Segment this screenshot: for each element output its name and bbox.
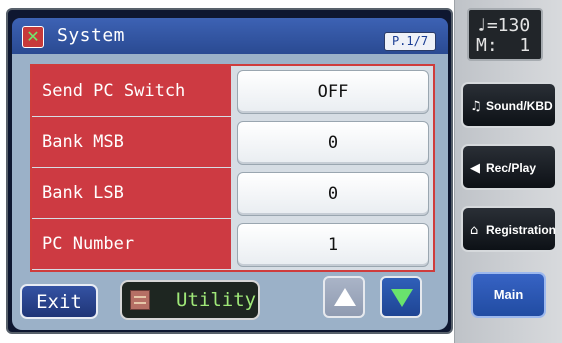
settings-row: PC Number 1 — [32, 219, 433, 270]
rec-play-button[interactable]: ◀ Rec/Play — [461, 144, 557, 190]
rec-play-label: Rec/Play — [486, 161, 537, 175]
side-panel: ♩=130 M: 1 ♫ Sound/KBD ◀ Rec/Play ⌂ Regi… — [454, 0, 562, 343]
system-icon: ✕ — [22, 26, 44, 48]
page-indicator: P.1/7 — [384, 32, 436, 51]
row-label: Bank LSB — [32, 168, 231, 218]
settings-row: Bank MSB 0 — [32, 117, 433, 168]
value-button[interactable]: OFF — [237, 70, 429, 114]
registration-icon: ⌂ — [470, 223, 479, 238]
exit-button[interactable]: Exit — [20, 284, 98, 319]
device-frame: ✕ System P.1/7 Send PC Switch OFF Bank M… — [0, 0, 562, 343]
utility-label: Utility — [176, 289, 257, 311]
scroll-down-button[interactable] — [380, 276, 422, 318]
row-label: Bank MSB — [32, 117, 231, 167]
settings-row: Bank LSB 0 — [32, 168, 433, 219]
value-button[interactable]: 1 — [237, 223, 429, 267]
settings-row: Send PC Switch OFF — [32, 66, 433, 117]
scroll-up-button[interactable] — [323, 276, 365, 318]
value-button[interactable]: 0 — [237, 121, 429, 165]
page-title: System — [57, 25, 126, 46]
music-note-icon: ♫ — [470, 99, 482, 114]
value-button[interactable]: 0 — [237, 172, 429, 216]
utility-icon — [130, 290, 150, 310]
settings-table: Send PC Switch OFF Bank MSB 0 Bank LSB 0… — [30, 64, 435, 272]
speaker-icon: ◀ — [470, 161, 480, 176]
registration-label: Registration — [486, 223, 557, 237]
main-screen: ✕ System P.1/7 Send PC Switch OFF Bank M… — [6, 8, 453, 334]
row-label: PC Number — [32, 219, 231, 269]
registration-button[interactable]: ⌂ Registration — [461, 206, 557, 252]
main-button[interactable]: Main — [471, 272, 546, 318]
tempo-value: ♩=130 — [476, 15, 531, 36]
sound-kbd-label: Sound/KBD — [486, 99, 553, 113]
measure-value: M: 1 — [476, 35, 531, 56]
tempo-display: ♩=130 M: 1 — [467, 8, 543, 61]
down-arrow-icon — [391, 289, 413, 307]
utility-button[interactable]: Utility — [120, 280, 260, 320]
up-arrow-icon — [334, 288, 356, 306]
content-panel: Send PC Switch OFF Bank MSB 0 Bank LSB 0… — [12, 54, 448, 330]
row-label: Send PC Switch — [32, 66, 231, 116]
screen-header: ✕ System P.1/7 — [12, 18, 448, 54]
sound-kbd-button[interactable]: ♫ Sound/KBD — [461, 82, 557, 128]
